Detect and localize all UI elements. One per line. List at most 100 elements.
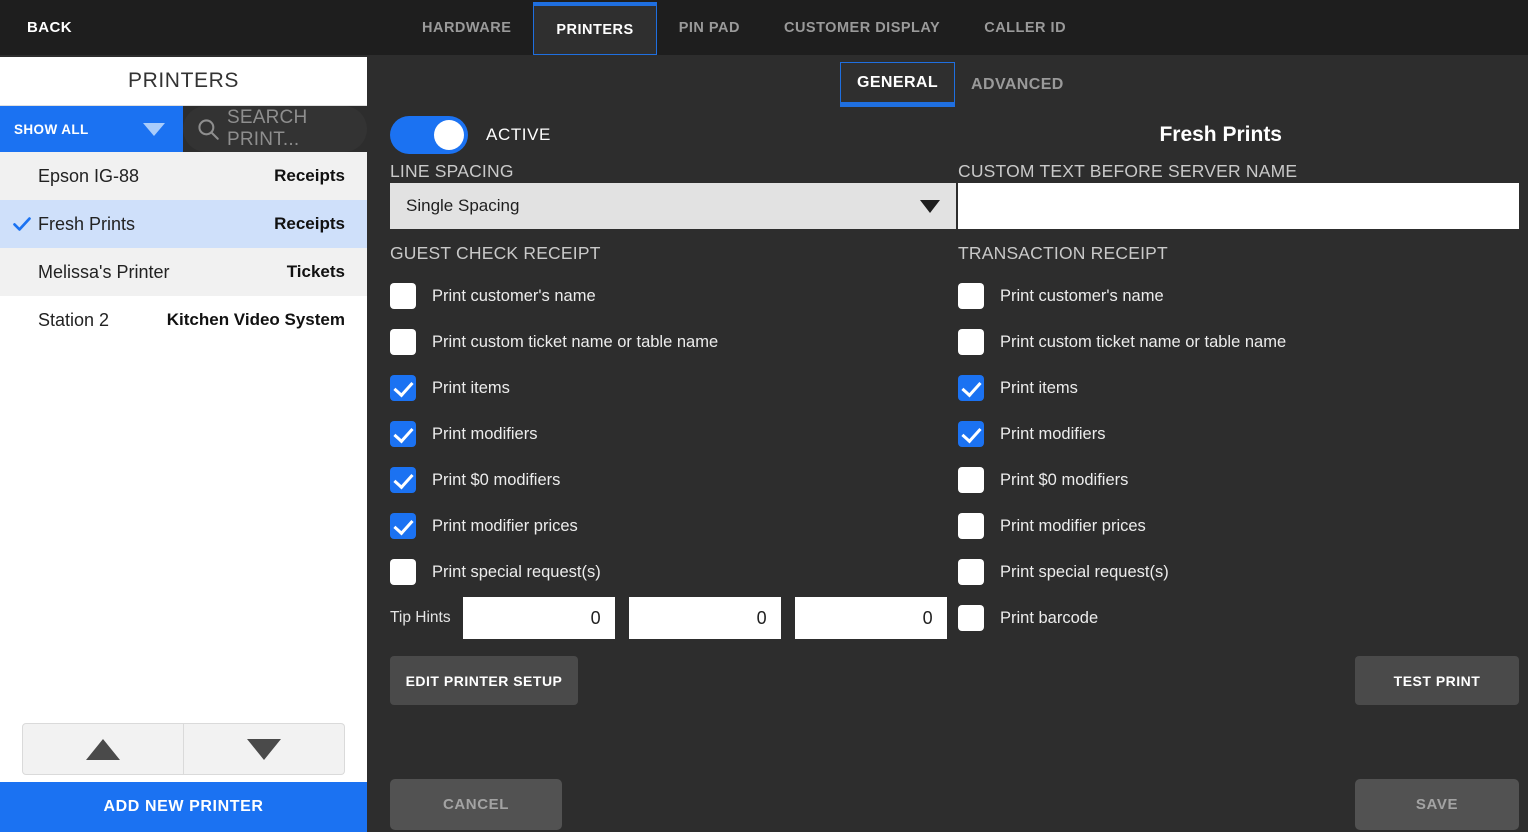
checkbox-row[interactable]: Print items	[958, 365, 1524, 411]
checkbox-row[interactable]: Print modifiers	[958, 411, 1524, 457]
show-all-label: SHOW ALL	[14, 122, 89, 137]
tip-hint-input-3[interactable]	[795, 597, 947, 639]
tab-printers[interactable]: PRINTERS	[533, 2, 656, 55]
search-placeholder-text: SEARCH PRINT...	[227, 107, 367, 151]
checkbox-row[interactable]: Print modifier prices	[390, 503, 956, 549]
checkbox-label: Print $0 modifiers	[1000, 471, 1128, 490]
printer-name: Station 2	[38, 310, 109, 331]
guest-check-options-list: Print customer's name Print custom ticket…	[390, 273, 956, 595]
checkbox-label: Print modifier prices	[432, 517, 578, 536]
printer-detail-panel: GENERALADVANCED ACTIVE Fresh Prints LINE…	[367, 55, 1528, 832]
tab-general[interactable]: GENERAL	[840, 62, 955, 107]
checkbox-checked-icon[interactable]	[958, 375, 984, 401]
checkbox-unchecked-icon[interactable]	[958, 513, 984, 539]
line-spacing-value: Single Spacing	[406, 196, 519, 216]
checkbox-label: Print modifiers	[432, 425, 537, 444]
line-spacing-select[interactable]: Single Spacing	[390, 183, 956, 229]
checkbox-row[interactable]: Print customer's name	[958, 273, 1524, 319]
checkbox-label: Print custom ticket name or table name	[432, 333, 718, 352]
checkbox-label: Print custom ticket name or table name	[1000, 333, 1286, 352]
save-button[interactable]: SAVE	[1355, 779, 1519, 830]
printer-type: Receipts	[274, 166, 345, 186]
checkbox-checked-icon[interactable]	[390, 513, 416, 539]
active-toggle-label: ACTIVE	[486, 125, 551, 145]
tab-customer-display[interactable]: CUSTOMER DISPLAY	[762, 0, 962, 55]
checkbox-label: Print items	[1000, 379, 1078, 398]
line-spacing-label: LINE SPACING	[390, 161, 514, 182]
test-print-button[interactable]: TEST PRINT	[1355, 656, 1519, 705]
checkbox-row[interactable]: Print modifier prices	[958, 503, 1524, 549]
tab-caller-id[interactable]: CALLER ID	[962, 0, 1088, 55]
checkbox-label: Print $0 modifiers	[432, 471, 560, 490]
add-new-printer-button[interactable]: ADD NEW PRINTER	[0, 782, 367, 832]
chevron-down-icon	[143, 123, 165, 136]
tip-hint-input-1[interactable]	[463, 597, 615, 639]
back-button[interactable]: BACK	[27, 0, 72, 55]
checkbox-row[interactable]: Print items	[390, 365, 956, 411]
checkbox-label: Print customer's name	[1000, 287, 1164, 306]
checkbox-label: Print special request(s)	[432, 563, 601, 582]
tip-hint-input-2[interactable]	[629, 597, 781, 639]
panel-tab-list: GENERALADVANCED	[840, 62, 1080, 107]
checkbox-row[interactable]: Print $0 modifiers	[390, 457, 956, 503]
checkbox-row[interactable]: Print $0 modifiers	[958, 457, 1524, 503]
transaction-options-list: Print customer's name Print custom ticket…	[958, 273, 1524, 641]
checkbox-label: Print items	[432, 379, 510, 398]
checkbox-label: Print modifiers	[1000, 425, 1105, 444]
check-icon	[12, 214, 32, 234]
checkbox-row[interactable]: Print barcode	[958, 595, 1524, 641]
checkbox-checked-icon[interactable]	[390, 421, 416, 447]
checkbox-row[interactable]: Print custom ticket name or table name	[390, 319, 956, 365]
triangle-down-icon	[247, 739, 281, 760]
checkbox-checked-icon[interactable]	[958, 421, 984, 447]
sidebar-filter-row: SHOW ALL SEARCH PRINT...	[0, 106, 367, 152]
list-item[interactable]: Melissa's Printer Tickets	[0, 248, 367, 296]
transaction-heading: TRANSACTION RECEIPT	[958, 243, 1168, 264]
checkbox-row[interactable]: Print custom ticket name or table name	[958, 319, 1524, 365]
checkbox-label: Print barcode	[1000, 609, 1098, 628]
printer-name: Epson IG-88	[38, 166, 139, 187]
checkbox-label: Print modifier prices	[1000, 517, 1146, 536]
reorder-controls	[0, 722, 367, 782]
tab-hardware[interactable]: HARDWARE	[400, 0, 533, 55]
list-item[interactable]: Epson IG-88 Receipts	[0, 152, 367, 200]
checkbox-unchecked-icon[interactable]	[390, 559, 416, 585]
checkbox-checked-icon[interactable]	[390, 375, 416, 401]
checkbox-unchecked-icon[interactable]	[958, 605, 984, 631]
search-wrapper: SEARCH PRINT...	[183, 106, 367, 152]
checkbox-row[interactable]: Print modifiers	[390, 411, 956, 457]
list-item[interactable]: Fresh Prints Receipts	[0, 200, 367, 248]
top-tab-list: HARDWAREPRINTERSPIN PADCUSTOMER DISPLAYC…	[400, 0, 1088, 55]
checkbox-unchecked-icon[interactable]	[958, 559, 984, 585]
top-navigation-bar: BACK HARDWAREPRINTERSPIN PADCUSTOMER DIS…	[0, 0, 1528, 55]
printer-type: Receipts	[274, 214, 345, 234]
edit-printer-setup-button[interactable]: EDIT PRINTER SETUP	[390, 656, 578, 705]
tip-hints-label: Tip Hints	[390, 609, 451, 627]
checkbox-row[interactable]: Print special request(s)	[390, 549, 956, 595]
cancel-button[interactable]: CANCEL	[390, 779, 562, 830]
tab-advanced[interactable]: ADVANCED	[955, 62, 1080, 107]
checkbox-row[interactable]: Print customer's name	[390, 273, 956, 319]
page-title: Fresh Prints	[1159, 123, 1282, 147]
move-up-button[interactable]	[22, 723, 184, 775]
sidebar-title: PRINTERS	[0, 57, 367, 106]
printer-name: Melissa's Printer	[38, 262, 169, 283]
checkbox-unchecked-icon[interactable]	[390, 283, 416, 309]
printer-name: Fresh Prints	[38, 214, 135, 235]
checkbox-unchecked-icon[interactable]	[958, 283, 984, 309]
printer-type: Tickets	[287, 262, 345, 282]
checkbox-unchecked-icon[interactable]	[958, 329, 984, 355]
tab-pin-pad[interactable]: PIN PAD	[657, 0, 762, 55]
active-toggle-row: ACTIVE	[390, 116, 551, 154]
show-all-dropdown[interactable]: SHOW ALL	[0, 106, 183, 152]
printer-type: Kitchen Video System	[167, 310, 345, 330]
list-item[interactable]: Station 2 Kitchen Video System	[0, 296, 367, 344]
checkbox-row[interactable]: Print special request(s)	[958, 549, 1524, 595]
move-down-button[interactable]	[184, 723, 345, 775]
checkbox-unchecked-icon[interactable]	[390, 329, 416, 355]
checkbox-unchecked-icon[interactable]	[958, 467, 984, 493]
search-input[interactable]: SEARCH PRINT...	[183, 106, 367, 152]
custom-text-input[interactable]	[958, 183, 1519, 229]
checkbox-checked-icon[interactable]	[390, 467, 416, 493]
active-toggle[interactable]	[390, 116, 468, 154]
